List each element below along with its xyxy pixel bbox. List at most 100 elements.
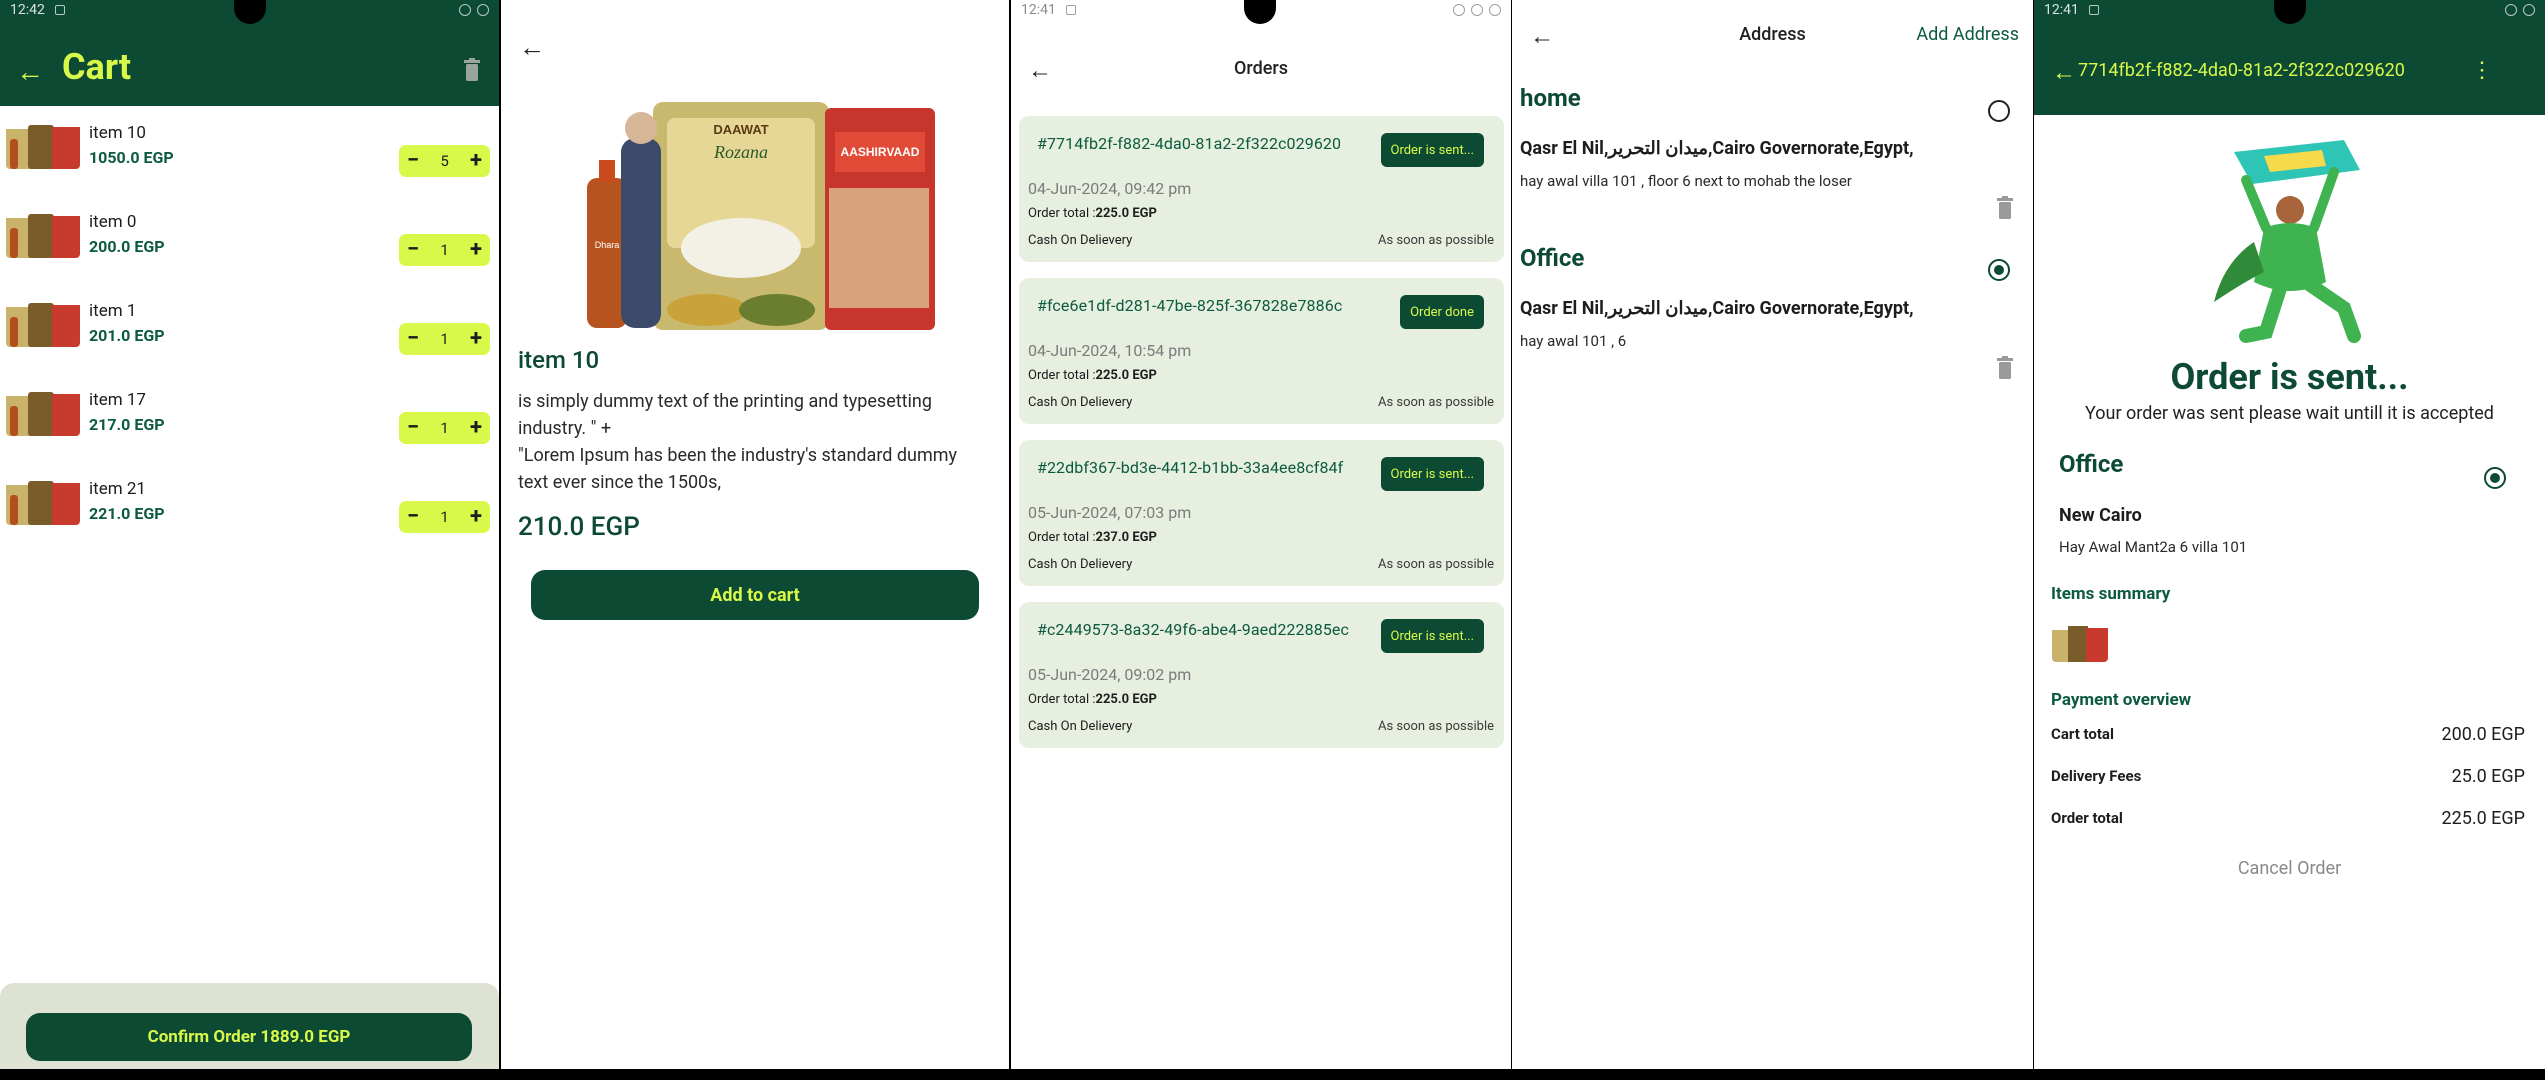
battery-icon — [2523, 4, 2535, 16]
wifi-icon — [1471, 4, 1483, 16]
plus-icon[interactable]: + — [470, 150, 482, 172]
back-arrow-icon[interactable]: ← — [16, 58, 44, 86]
wifi-icon — [2505, 4, 2517, 16]
cart-item-price: 221.0 EGP — [89, 504, 165, 523]
cart-item-name: item 0 — [89, 212, 137, 232]
payment-overview-heading: Payment overview — [2051, 690, 2192, 710]
product-thumbnail — [6, 388, 80, 436]
order-id: #fce6e1df-d281-47be-825f-367828e7886c — [1037, 296, 1343, 315]
trash-icon[interactable] — [463, 58, 481, 82]
order-status-badge: Order is sent... — [1380, 457, 1484, 491]
camera-cutout — [2274, 0, 2306, 24]
plus-icon[interactable]: + — [470, 417, 482, 439]
payment-row-cart-total: Cart total 200.0 EGP — [2051, 722, 2525, 746]
status-icons — [1453, 4, 1501, 16]
order-total: Order total :225.0 EGP — [1028, 692, 1157, 707]
delivery-address-city: New Cairo — [2059, 505, 2142, 526]
camera-cutout — [1244, 0, 1276, 24]
back-arrow-icon[interactable]: ← — [2052, 58, 2076, 87]
items-summary-heading: Items summary — [2051, 584, 2171, 604]
order-total-value: 237.0 EGP — [1095, 530, 1157, 545]
order-status-badge: Order is sent... — [1380, 133, 1484, 167]
camera-cutout — [234, 0, 266, 24]
address-line: Qasr El Nil,ميدان التحرير,Cairo Governor… — [1520, 298, 1914, 319]
cart-item-price: 1050.0 EGP — [89, 148, 174, 167]
product-thumbnail — [6, 121, 80, 169]
cart-item[interactable]: item 1 201.0 EGP − 1 + — [0, 291, 499, 380]
address-radio-selected[interactable] — [1988, 259, 2010, 281]
order-total-label: Order total : — [1028, 206, 1096, 221]
bag-label-aashirvaad: AASHIRVAAD — [841, 145, 920, 159]
payment-method: Cash On Delievery — [1028, 719, 1133, 734]
order-id: #22dbf367-bd3e-4412-b1bb-33a4ee8cf84f — [1037, 458, 1344, 477]
orders-list: #7714fb2f-f882-4da0-81a2-2f322c029620 Or… — [1019, 116, 1504, 764]
address-details: hay awal villa 101 , floor 6 next to moh… — [1520, 172, 1852, 190]
add-address-button[interactable]: Add Address — [1916, 24, 2019, 45]
bottle-label: Dhara — [595, 240, 620, 250]
wifi-icon — [477, 4, 489, 16]
order-date: 05-Jun-2024, 09:02 pm — [1028, 665, 1192, 684]
minus-icon[interactable]: − — [407, 506, 419, 528]
orders-title: Orders — [1233, 58, 1288, 79]
trash-icon[interactable] — [1996, 356, 2014, 380]
order-card[interactable]: #c2449573-8a32-49f6-abe4-9aed222885ec Or… — [1019, 602, 1504, 748]
plus-icon[interactable]: + — [470, 506, 482, 528]
product-thumbnail — [2052, 622, 2108, 662]
order-total-label: Order total : — [1028, 530, 1096, 545]
product-name: item 10 — [518, 346, 600, 374]
payment-method: Cash On Delievery — [1028, 395, 1133, 410]
minus-icon[interactable]: − — [407, 417, 419, 439]
product-thumbnail — [6, 299, 80, 347]
notification-icon — [54, 5, 65, 15]
quantity-value: 1 — [440, 241, 449, 259]
minus-icon[interactable]: − — [407, 150, 419, 172]
address-radio[interactable] — [1988, 100, 2010, 122]
minus-icon[interactable]: − — [407, 239, 419, 261]
delivery-time: As soon as possible — [1377, 557, 1494, 572]
battery-icon — [1489, 4, 1501, 16]
order-total-value: 225.0 EGP — [2441, 807, 2525, 829]
quantity-value: 1 — [440, 508, 449, 526]
more-vert-icon[interactable]: ⋮ — [2471, 58, 2493, 83]
order-total-label: Order total : — [1028, 692, 1096, 707]
cart-total-label: Cart total — [2051, 725, 2114, 743]
order-total: Order total :225.0 EGP — [1028, 206, 1157, 221]
delivery-fees-value: 25.0 EGP — [2451, 765, 2525, 787]
order-date: 05-Jun-2024, 07:03 pm — [1028, 503, 1192, 522]
cart-item-name: item 10 — [89, 123, 146, 143]
back-arrow-icon[interactable]: ← — [519, 32, 545, 63]
cart-item-price: 217.0 EGP — [89, 415, 165, 434]
address-item[interactable]: Office Qasr El Nil,ميدان التحرير,Cairo G… — [1520, 244, 2020, 379]
quantity-stepper: − 1 + — [399, 412, 490, 444]
payment-method: Cash On Delievery — [1028, 557, 1133, 572]
status-icons — [459, 4, 489, 16]
cart-item-name: item 17 — [89, 390, 146, 410]
plus-icon[interactable]: + — [470, 328, 482, 350]
cart-item[interactable]: item 0 200.0 EGP − 1 + — [0, 202, 499, 291]
plus-icon[interactable]: + — [470, 239, 482, 261]
order-total-label: Order total : — [1028, 368, 1096, 383]
cart-item[interactable]: item 10 1050.0 EGP − 5 + — [0, 113, 499, 202]
product-price: 210.0 EGP — [518, 512, 640, 542]
minus-icon[interactable]: − — [407, 328, 419, 350]
cart-title: Cart — [62, 46, 132, 88]
status-icons — [2505, 4, 2535, 16]
order-status-subtitle: Your order was sent please wait untill i… — [2085, 403, 2494, 424]
notification-icon — [2088, 5, 2099, 15]
address-radio-selected — [2484, 467, 2506, 489]
confirm-order-button[interactable]: Confirm Order 1889.0 EGP — [26, 1013, 472, 1061]
order-card[interactable]: #fce6e1df-d281-47be-825f-367828e7886c Or… — [1019, 278, 1504, 424]
orders-screen: 12:41 ← Orders #7714fb2f-f882-4da0-81a2-… — [1011, 0, 1511, 1069]
cart-item[interactable]: item 21 221.0 EGP − 1 + — [0, 469, 499, 558]
quantity-value: 1 — [440, 330, 449, 348]
order-card[interactable]: #7714fb2f-f882-4da0-81a2-2f322c029620 Or… — [1019, 116, 1504, 262]
cart-item[interactable]: item 17 217.0 EGP − 1 + — [0, 380, 499, 469]
notification-icon — [1065, 5, 1076, 15]
trash-icon[interactable] — [1996, 196, 2014, 220]
delivery-address-line: Hay Awal Mant2a 6 villa 101 — [2059, 538, 2248, 556]
address-item[interactable]: home Qasr El Nil,ميدان التحرير,Cairo Gov… — [1520, 84, 2020, 219]
cancel-order-button[interactable]: Cancel Order — [2034, 858, 2545, 879]
payment-method: Cash On Delievery — [1028, 233, 1133, 248]
order-card[interactable]: #22dbf367-bd3e-4412-b1bb-33a4ee8cf84f Or… — [1019, 440, 1504, 586]
add-to-cart-button[interactable]: Add to cart — [531, 570, 979, 620]
